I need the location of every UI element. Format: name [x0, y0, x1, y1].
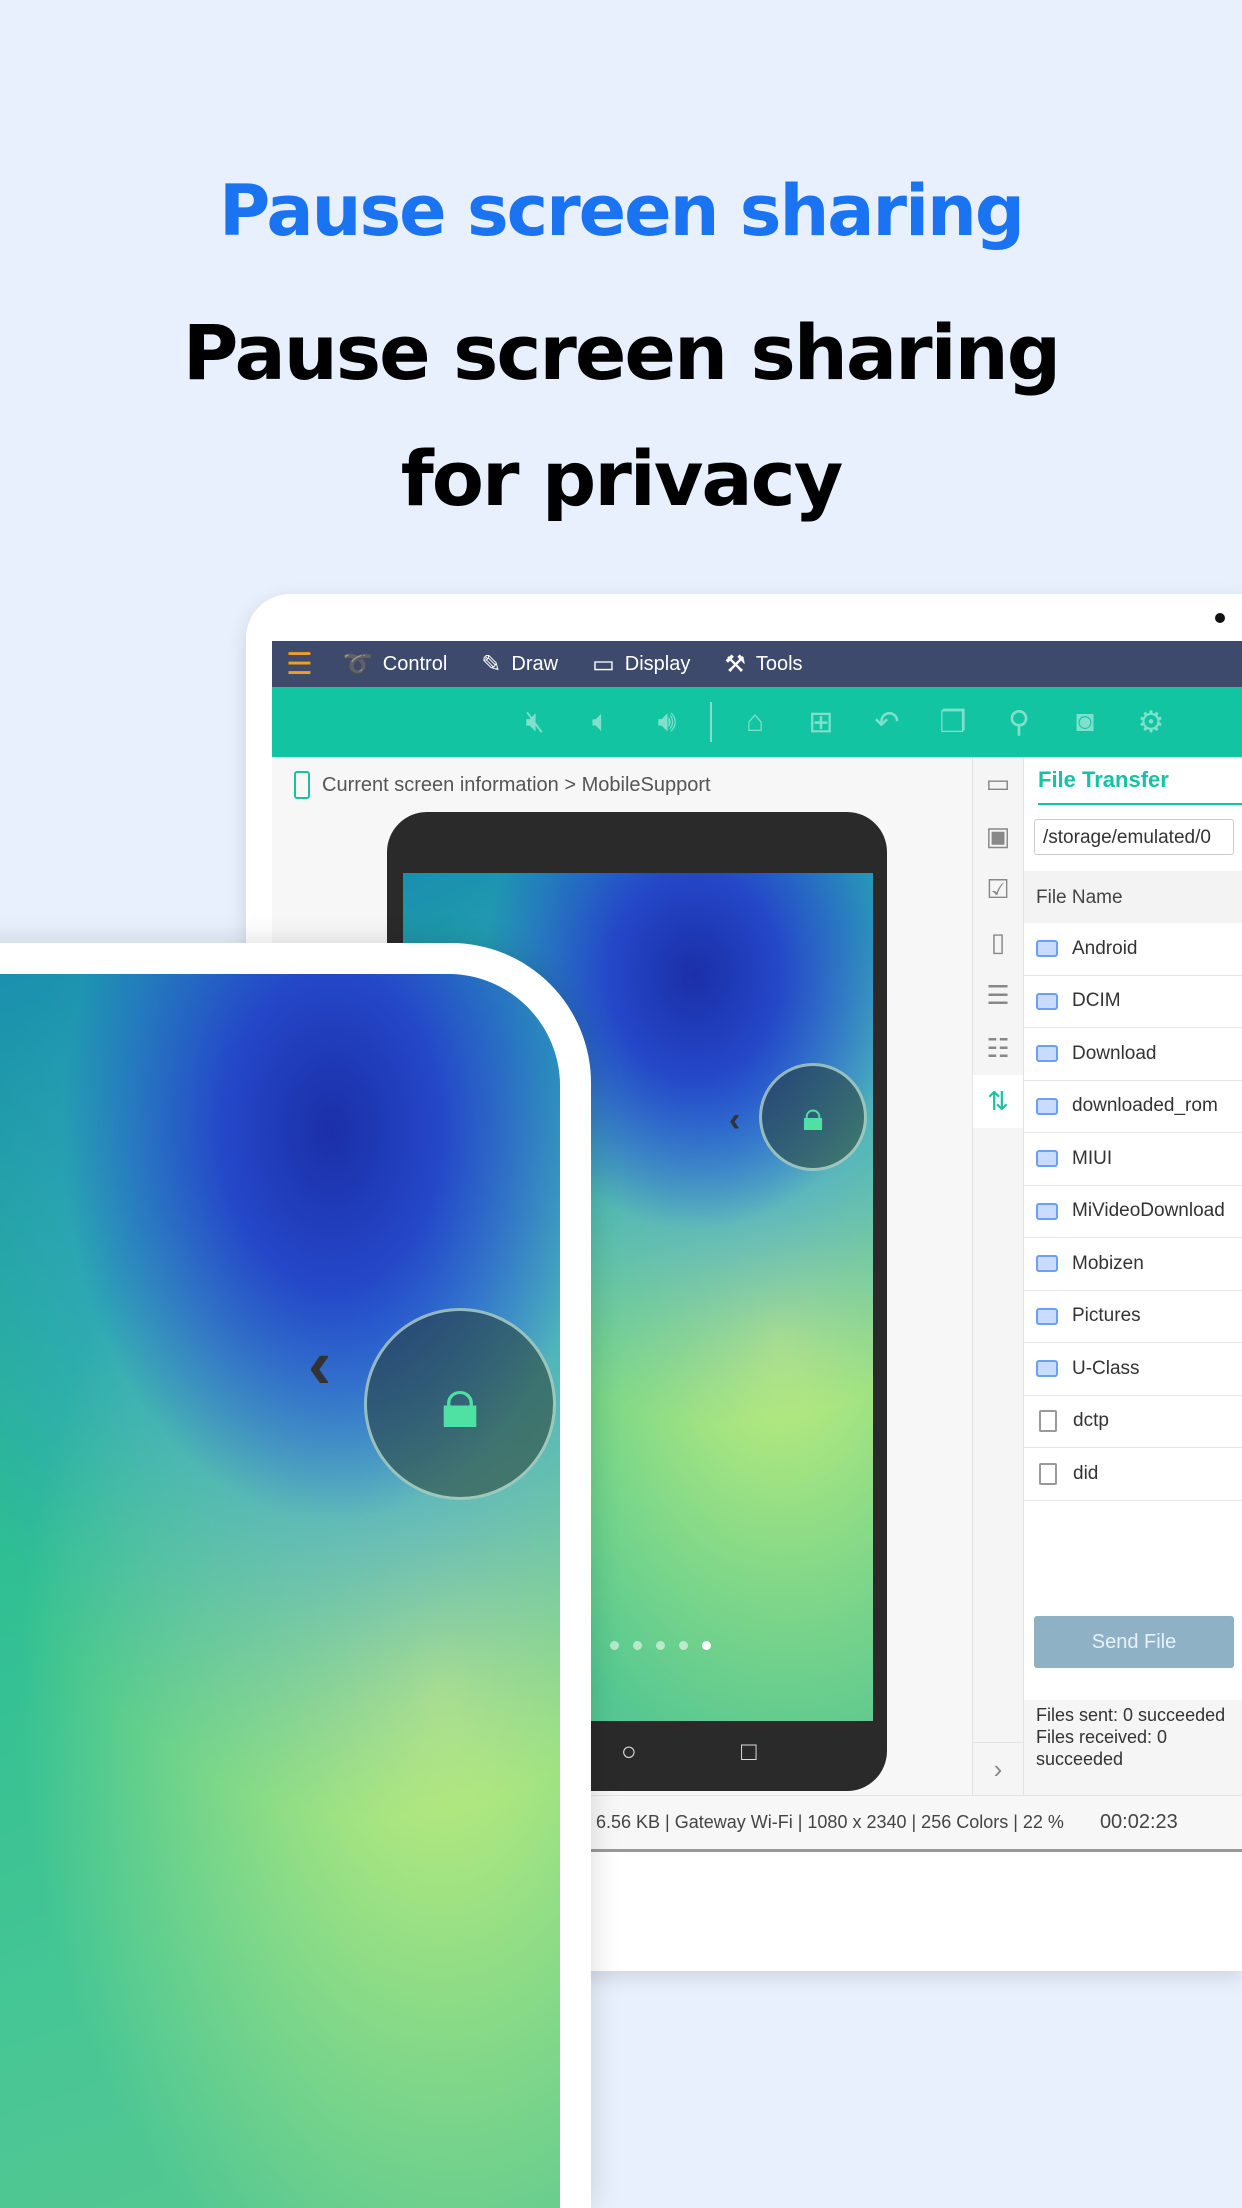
- divider: [710, 702, 712, 742]
- foreground-phone: ‹ 🔒︎: [0, 943, 591, 2208]
- file-transfer-panel: File Transfer /storage/emulated/0 File N…: [1024, 757, 1242, 1795]
- file-row[interactable]: dctp: [1024, 1396, 1242, 1448]
- file-row[interactable]: U-Class: [1024, 1343, 1242, 1396]
- file-name: dctp: [1073, 1410, 1109, 1432]
- breadcrumb: Current screen information > MobileSuppo…: [294, 771, 711, 799]
- file-transfer-icon[interactable]: ⇅: [973, 1075, 1023, 1128]
- menu-icon[interactable]: ☰: [286, 647, 313, 682]
- nav-label: Draw: [511, 652, 559, 675]
- nav-label: Control: [382, 652, 448, 675]
- document-icon[interactable]: ☰: [973, 969, 1023, 1022]
- headline-title: Pause screen sharing: [218, 170, 1025, 252]
- tools-icon: ⚒: [724, 650, 746, 678]
- file-row[interactable]: Pictures: [1024, 1291, 1242, 1343]
- device-info-icon[interactable]: ▯: [973, 916, 1023, 969]
- file-name: U-Class: [1072, 1357, 1140, 1379]
- column-header[interactable]: File Name: [1024, 871, 1242, 923]
- file-name: downloaded_rom: [1072, 1095, 1218, 1117]
- folder-icon: [1036, 1045, 1058, 1063]
- file-row[interactable]: MIUI: [1024, 1133, 1242, 1186]
- files-sent: Files sent: 0 succeeded: [1036, 1705, 1226, 1725]
- camera-dot: [1215, 613, 1225, 623]
- checkbox-icon[interactable]: ☑: [973, 863, 1023, 916]
- file-row[interactable]: downloaded_rom: [1024, 1081, 1242, 1133]
- home-circle-icon[interactable]: ○: [621, 1736, 637, 1767]
- nav-label: Display: [624, 652, 691, 675]
- wallpaper: [0, 974, 560, 2208]
- file-name: Download: [1072, 1042, 1157, 1064]
- folder-icon: [1036, 1255, 1058, 1273]
- connection-info: 6.56 KB | Gateway Wi-Fi | 1080 x 2340 | …: [596, 1812, 1064, 1832]
- chevron-left-icon[interactable]: ‹: [308, 1324, 331, 1404]
- path-input[interactable]: /storage/emulated/0: [1034, 819, 1234, 855]
- panel-title: File Transfer: [1038, 767, 1242, 805]
- folder-icon: [1036, 992, 1058, 1010]
- file-name: Pictures: [1072, 1305, 1141, 1327]
- zoom-icon[interactable]: ⚲: [986, 705, 1052, 740]
- drive-icon[interactable]: ▭: [973, 757, 1023, 810]
- apps-icon[interactable]: ⊞: [788, 705, 854, 740]
- page-indicator: [610, 1641, 711, 1650]
- camera-icon[interactable]: ◙: [1052, 705, 1118, 739]
- breadcrumb-device: MobileSupport: [581, 773, 711, 796]
- folder-icon: [1036, 1150, 1058, 1168]
- mute-icon[interactable]: 🔇︎: [502, 705, 568, 739]
- mouse-icon: ➰: [342, 650, 373, 678]
- nav-control[interactable]: ➰ Control: [343, 650, 447, 679]
- transfer-stats: Files sent: 0 succeeded Files received: 0…: [1024, 1700, 1242, 1795]
- chip-icon[interactable]: ▣: [973, 810, 1023, 863]
- device-toolbar: 🔇︎ 🔈︎ 🔊︎ ⌂ ⊞ ↶ ❐ ⚲ ◙ ⚙: [272, 687, 1242, 757]
- breadcrumb-current[interactable]: Current screen information: [322, 774, 559, 797]
- monitor-icon: ▭: [592, 650, 615, 678]
- folder-icon: [1036, 1097, 1058, 1115]
- file-name: Android: [1072, 937, 1138, 959]
- phone-screen-large: ‹ 🔒︎: [0, 974, 560, 2208]
- back-icon[interactable]: ↶: [854, 705, 920, 740]
- file-row[interactable]: did: [1024, 1448, 1242, 1501]
- file-name: Mobizen: [1072, 1252, 1144, 1274]
- settings-icon[interactable]: ⚙: [1118, 705, 1184, 740]
- nav-draw[interactable]: ✎ Draw: [481, 650, 558, 679]
- top-nav: ☰ ➰ Control ✎ Draw ▭ Display ⚒ Tools: [272, 641, 1242, 687]
- file-icon: [1039, 1410, 1057, 1433]
- expand-chevron-icon[interactable]: ›: [973, 1742, 1023, 1795]
- folder-icon: [1036, 940, 1058, 958]
- folder-icon: [1036, 1360, 1058, 1378]
- nav-tools[interactable]: ⚒ Tools: [724, 650, 802, 679]
- home-icon[interactable]: ⌂: [722, 705, 788, 739]
- send-file-button[interactable]: Send File: [1034, 1616, 1234, 1668]
- file-row[interactable]: Mobizen: [1024, 1238, 1242, 1291]
- side-tool-strip: ▭ ▣ ☑ ▯ ☰ ☷ ⇅ ›: [972, 757, 1024, 1795]
- breadcrumb-separator: >: [564, 773, 577, 796]
- folder-icon: [1036, 1202, 1058, 1220]
- document-check-icon[interactable]: ☷: [973, 1022, 1023, 1075]
- file-name: MIUI: [1072, 1147, 1113, 1169]
- nav-display[interactable]: ▭ Display: [592, 650, 690, 679]
- volume-up-icon[interactable]: 🔊︎: [634, 705, 700, 739]
- file-row[interactable]: DCIM: [1024, 976, 1242, 1028]
- phone-icon: [294, 771, 310, 799]
- folder-icon: [1036, 1307, 1058, 1325]
- headline-subtitle: Pause screen sharing for privacy: [182, 308, 1061, 523]
- volume-down-icon[interactable]: 🔈︎: [568, 705, 634, 739]
- chevron-left-icon[interactable]: ‹: [729, 1101, 740, 1140]
- file-row[interactable]: Download: [1024, 1028, 1242, 1081]
- pause-sharing-lock-icon[interactable]: 🔒︎: [364, 1308, 556, 1500]
- file-row[interactable]: Android: [1024, 923, 1242, 976]
- session-timer: 00:02:23: [1099, 1811, 1178, 1833]
- recent-apps-icon[interactable]: ❐: [920, 705, 986, 740]
- recent-square-icon[interactable]: □: [741, 1736, 757, 1767]
- file-name: MiVideoDownload: [1072, 1200, 1225, 1222]
- pause-sharing-lock-icon[interactable]: 🔒︎: [759, 1063, 867, 1171]
- files-received: Files received: 0 succeeded: [1036, 1727, 1168, 1769]
- nav-label: Tools: [755, 652, 803, 675]
- file-icon: [1039, 1462, 1057, 1485]
- file-row[interactable]: MiVideoDownload: [1024, 1186, 1242, 1238]
- file-name: did: [1073, 1462, 1099, 1484]
- pencil-icon: ✎: [481, 650, 502, 678]
- file-name: DCIM: [1072, 990, 1121, 1012]
